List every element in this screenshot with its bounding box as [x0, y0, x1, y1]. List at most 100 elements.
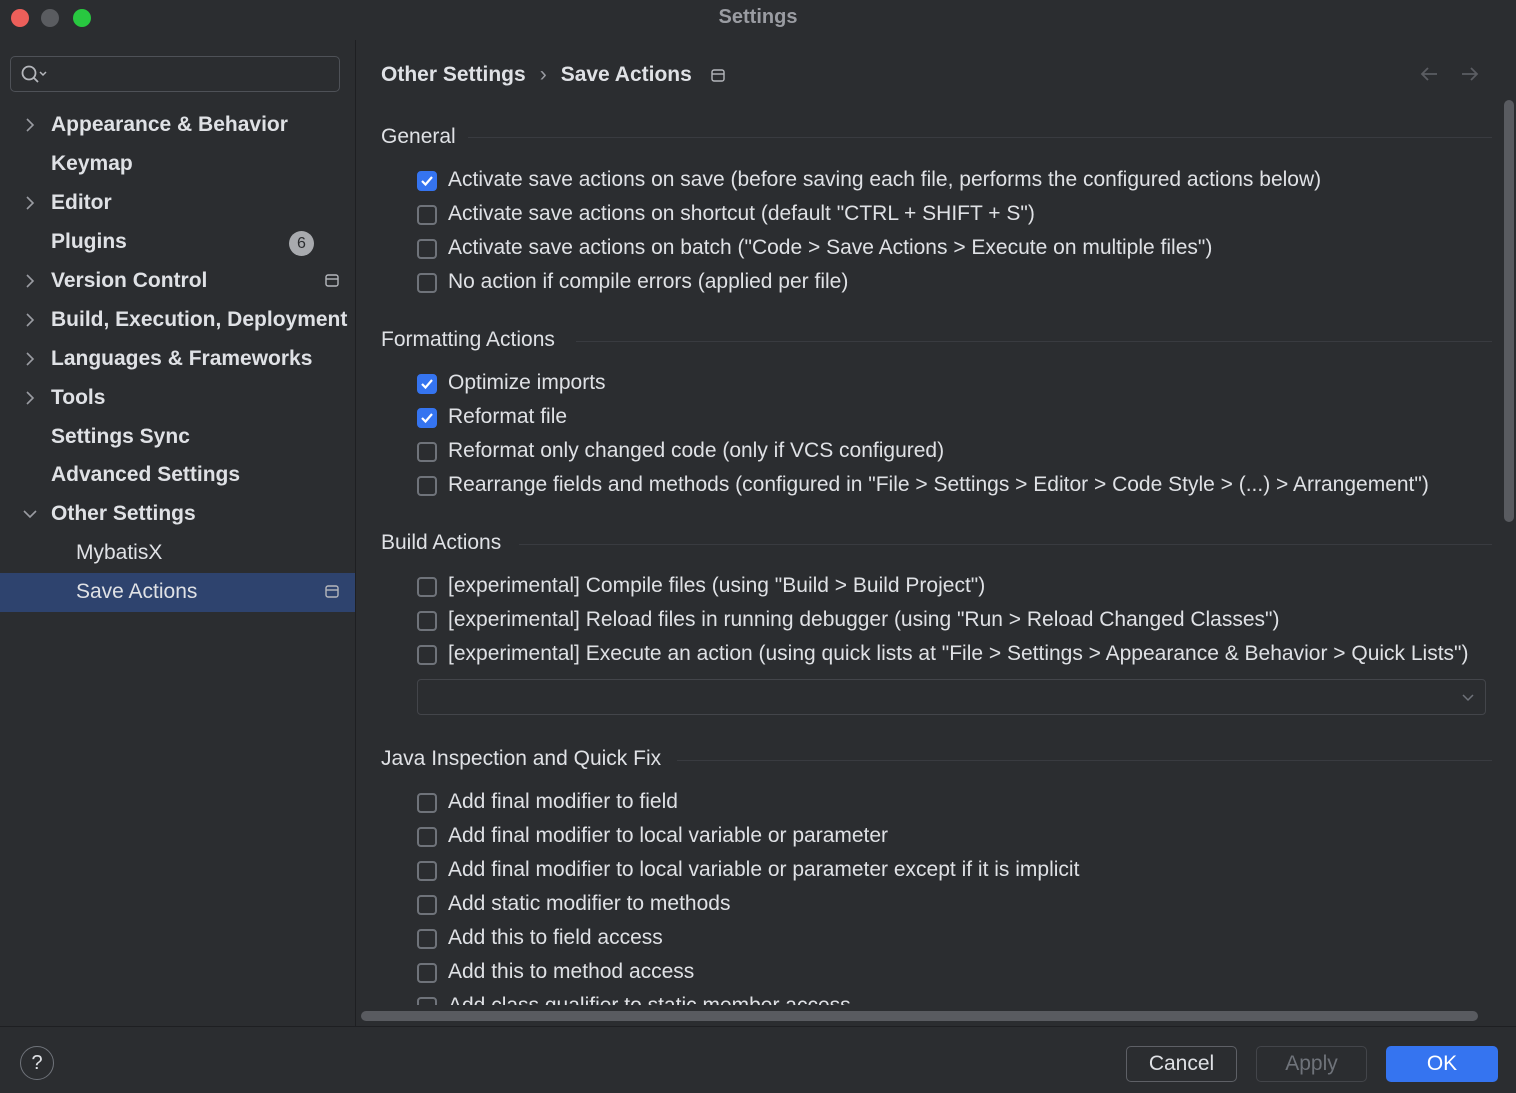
- section-divider: [576, 341, 1492, 342]
- sidebar-item-save-actions[interactable]: Save Actions: [0, 573, 355, 612]
- plugins-count-badge: 6: [289, 231, 314, 256]
- sidebar-item-appearance-behavior[interactable]: Appearance & Behavior: [0, 106, 355, 145]
- chevron-right-icon: [26, 274, 35, 288]
- apply-button[interactable]: Apply: [1256, 1046, 1367, 1082]
- section-title-java: Java Inspection and Quick Fix: [381, 747, 662, 770]
- window-title: Settings: [718, 6, 798, 28]
- sidebar-item-label: Build, Execution, Deployment: [51, 308, 348, 331]
- dropdown-arrow-icon: [1462, 694, 1474, 702]
- section-divider: [468, 137, 1492, 138]
- section-title-general: General: [381, 125, 456, 148]
- sidebar-item-editor[interactable]: Editor: [0, 184, 355, 223]
- sidebar-item-label: Other Settings: [51, 502, 196, 525]
- sidebar-item-tools[interactable]: Tools: [0, 379, 355, 418]
- breadcrumb-separator: ›: [539, 63, 547, 86]
- settings-content: Other Settings › Save Actions General Acti…: [356, 36, 1516, 1026]
- option-label: Add static modifier to methods: [448, 892, 731, 915]
- checkbox[interactable]: [417, 963, 437, 983]
- chevron-right-icon: [26, 118, 35, 132]
- option-label: Optimize imports: [448, 371, 606, 394]
- option-label: Activate save actions on shortcut (defau…: [448, 202, 1035, 225]
- checkmark-icon: [421, 379, 433, 390]
- option-label: [experimental] Execute an action (using …: [448, 642, 1469, 665]
- section-title-build: Build Actions: [381, 531, 502, 554]
- checkbox[interactable]: [417, 273, 437, 293]
- dialog-footer: ? Cancel Apply OK: [0, 1026, 1516, 1093]
- project-icon: [711, 69, 725, 82]
- checkbox[interactable]: [417, 827, 437, 847]
- sidebar-item-label: Languages & Frameworks: [51, 347, 313, 370]
- sidebar-item-languages-frameworks[interactable]: Languages & Frameworks: [0, 340, 355, 379]
- chevron-right-icon: [26, 391, 35, 405]
- option-label: Add final modifier to field: [448, 790, 678, 813]
- checkbox[interactable]: [417, 374, 437, 394]
- section-divider: [519, 544, 1492, 545]
- title-bar: Settings: [0, 0, 1516, 36]
- chevron-right-icon: [26, 313, 35, 327]
- checkbox[interactable]: [417, 408, 437, 428]
- option-label: Activate save actions on batch ("Code > …: [448, 236, 1213, 259]
- checkbox[interactable]: [417, 611, 437, 631]
- sidebar-item-plugins[interactable]: Plugins 6: [0, 223, 355, 262]
- sidebar-item-label: Tools: [51, 386, 106, 409]
- project-icon: [325, 274, 339, 287]
- clipped-row-viewport: Add class qualifier to static member acc…: [356, 991, 1516, 1005]
- sidebar-item-settings-sync[interactable]: Settings Sync: [0, 418, 355, 457]
- checkbox[interactable]: [417, 645, 437, 665]
- option-label: Add final modifier to local variable or …: [448, 824, 889, 847]
- section-title-formatting: Formatting Actions: [381, 328, 555, 351]
- forward-arrow-icon[interactable]: [1460, 66, 1480, 82]
- option-label: [experimental] Reload files in running d…: [448, 608, 1280, 631]
- sidebar-item-build-execution-deployment[interactable]: Build, Execution, Deployment: [0, 301, 355, 340]
- breadcrumb-parent[interactable]: Other Settings: [381, 63, 526, 86]
- checkbox[interactable]: [417, 793, 437, 813]
- section-divider: [677, 760, 1492, 761]
- chevron-down-icon: [23, 510, 37, 519]
- sidebar-item-keymap[interactable]: Keymap: [0, 145, 355, 184]
- sidebar-item-label: MybatisX: [76, 541, 163, 564]
- checkbox[interactable]: [417, 929, 437, 949]
- back-arrow-icon[interactable]: [1419, 66, 1439, 82]
- checkbox[interactable]: [417, 171, 437, 191]
- option-label: Add this to method access: [448, 960, 695, 983]
- quick-list-dropdown[interactable]: [417, 679, 1486, 715]
- checkbox[interactable]: [417, 205, 437, 225]
- sidebar-item-label: Plugins: [51, 230, 127, 253]
- checkmark-icon: [421, 413, 433, 424]
- option-label: Rearrange fields and methods (configured…: [448, 473, 1429, 496]
- sidebar-item-label: Keymap: [51, 152, 133, 175]
- option-label: Reformat file: [448, 405, 568, 428]
- breadcrumb-current: Save Actions: [560, 63, 692, 86]
- horizontal-scrollbar[interactable]: [361, 1011, 1478, 1021]
- checkbox[interactable]: [417, 476, 437, 496]
- option-label: Add final modifier to local variable or …: [448, 858, 1080, 881]
- checkbox[interactable]: [417, 997, 437, 1005]
- checkbox[interactable]: [417, 861, 437, 881]
- ok-button[interactable]: OK: [1386, 1046, 1498, 1082]
- vertical-scrollbar[interactable]: [1504, 100, 1514, 522]
- sidebar-item-advanced-settings[interactable]: Advanced Settings: [0, 456, 355, 495]
- option-label: Activate save actions on save (before sa…: [448, 168, 1322, 191]
- option-label: Add this to field access: [448, 926, 663, 949]
- sidebar-item-label: Settings Sync: [51, 425, 190, 448]
- checkbox[interactable]: [417, 442, 437, 462]
- help-button[interactable]: ?: [20, 1046, 54, 1080]
- sidebar-item-version-control[interactable]: Version Control: [0, 262, 355, 301]
- search-icon: [21, 65, 47, 83]
- sidebar-item-label: Appearance & Behavior: [51, 113, 288, 136]
- option-label: [experimental] Compile files (using "Bui…: [448, 574, 986, 597]
- search-input[interactable]: [51, 63, 335, 87]
- checkbox[interactable]: [417, 239, 437, 259]
- option-label: Add class qualifier to static member acc…: [448, 994, 851, 1005]
- settings-sidebar: Appearance & Behavior Keymap Editor Plug…: [0, 36, 355, 1026]
- sidebar-item-label: Advanced Settings: [51, 463, 241, 486]
- sidebar-item-mybatisx[interactable]: MybatisX: [0, 534, 355, 573]
- checkbox[interactable]: [417, 577, 437, 597]
- sidebar-item-label: Save Actions: [76, 580, 198, 603]
- search-box[interactable]: [10, 56, 340, 92]
- sidebar-item-other-settings[interactable]: Other Settings: [0, 495, 355, 534]
- checkbox[interactable]: [417, 895, 437, 915]
- sidebar-item-label: Version Control: [51, 269, 208, 292]
- cancel-button[interactable]: Cancel: [1126, 1046, 1237, 1082]
- sidebar-item-label: Editor: [51, 191, 112, 214]
